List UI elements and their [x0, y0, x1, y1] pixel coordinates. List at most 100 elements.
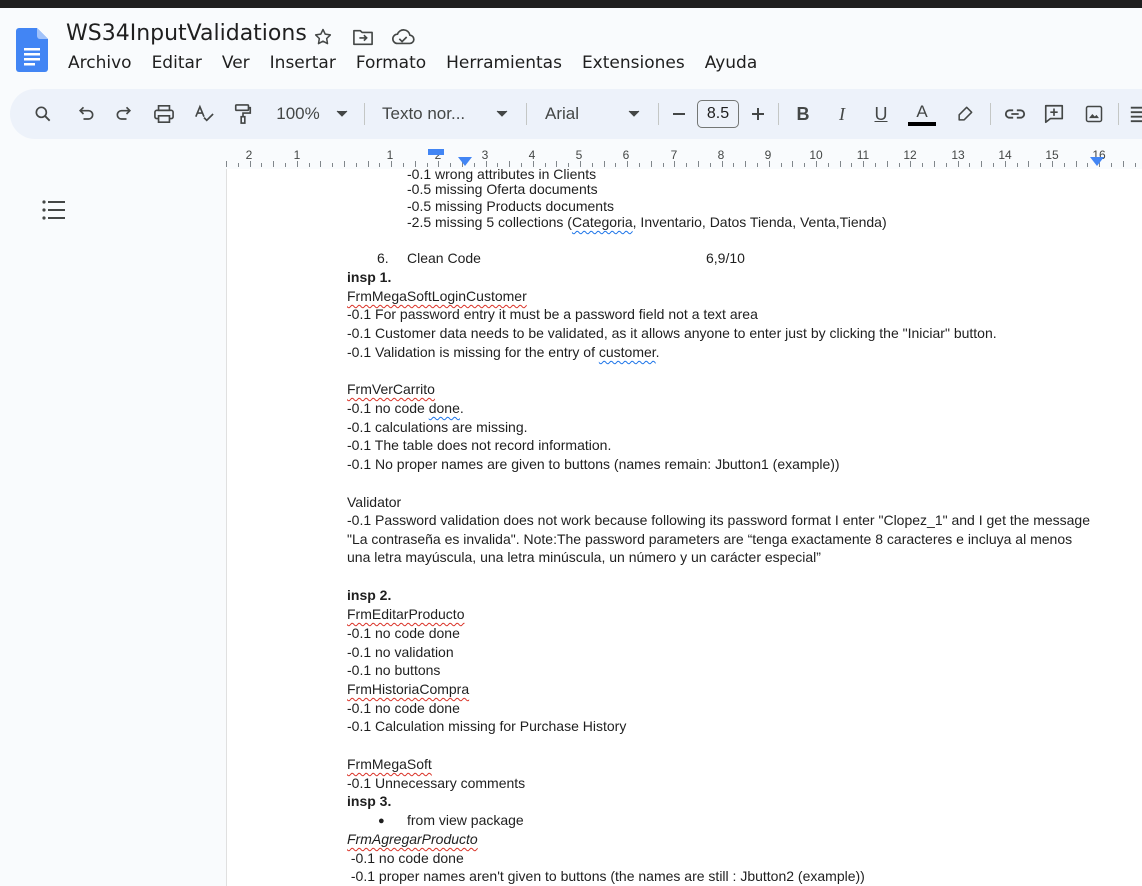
ruler-tick — [591, 163, 593, 167]
search-menus-icon[interactable] — [30, 89, 56, 139]
menu-editar[interactable]: Editar — [142, 53, 212, 73]
paint-format-icon[interactable] — [230, 89, 256, 139]
left-indent-marker[interactable] — [458, 157, 472, 167]
document-outline-icon[interactable] — [42, 199, 66, 221]
ruler-tick — [757, 163, 758, 167]
ruler-tick — [261, 163, 263, 167]
move-to-folder-icon[interactable] — [350, 24, 376, 50]
menu-formato[interactable]: Formato — [346, 53, 436, 73]
ruler-tick — [780, 163, 782, 167]
toolbar-divider — [1118, 103, 1119, 125]
spellcheck-icon[interactable] — [191, 89, 217, 139]
decrease-font-size-icon[interactable] — [668, 89, 690, 139]
increase-font-size-icon[interactable] — [747, 89, 769, 139]
font-size-input[interactable]: 8.5 — [697, 100, 739, 128]
section-heading: insp 3. — [347, 793, 392, 809]
highlight-pen-icon[interactable] — [953, 89, 977, 139]
ruler-tick — [438, 161, 440, 167]
ruler-number: 2 — [245, 148, 253, 162]
ruler-tick — [886, 161, 888, 167]
window-top-bar — [0, 0, 1142, 8]
ruler-tick — [969, 163, 971, 167]
ruler-strip[interactable]: 2112345678910111213141516 — [226, 145, 1142, 169]
ruler-tick — [1040, 163, 1042, 167]
ruler-tick — [816, 161, 817, 167]
ruler-number: 10 — [809, 148, 823, 162]
ruler-tick — [497, 163, 499, 167]
menu-ayuda[interactable]: Ayuda — [695, 53, 768, 73]
doc-line: -0.1 Password validation does not work b… — [347, 512, 1091, 528]
ruler-tick — [827, 163, 829, 167]
ruler-tick — [709, 163, 711, 167]
form-name: FrmAgregarProducto — [347, 831, 478, 847]
ruler-tick — [898, 163, 900, 167]
menu-insertar[interactable]: Insertar — [260, 53, 346, 73]
first-line-indent-marker[interactable] — [428, 149, 446, 157]
ruler-tick — [957, 161, 959, 167]
menu-ver[interactable]: Ver — [212, 53, 260, 73]
redo-icon[interactable] — [111, 89, 137, 139]
font-select[interactable]: Arial — [545, 89, 605, 139]
form-name: FrmVerCarrito — [347, 381, 435, 397]
ruler-tick — [556, 161, 558, 167]
menu-archivo[interactable]: Archivo — [58, 53, 142, 73]
text-color-swatch — [908, 121, 936, 126]
link-icon[interactable] — [1002, 89, 1028, 139]
underline-button[interactable]: U — [870, 89, 892, 139]
cloud-saved-icon[interactable] — [390, 24, 416, 50]
doc-line: -0.1 no code done — [347, 700, 460, 716]
add-comment-icon[interactable] — [1041, 89, 1067, 139]
document-page[interactable]: -0.1 wrong attributes in Clients -0.5 mi… — [226, 169, 1142, 886]
print-icon[interactable] — [151, 89, 177, 139]
right-indent-marker[interactable] — [1090, 157, 1104, 167]
doc-score: 6,9/10 — [706, 250, 745, 266]
chevron-down-icon[interactable] — [332, 89, 352, 139]
ruler-tick — [863, 161, 865, 167]
ruler-tick — [273, 161, 275, 167]
align-icon[interactable] — [1127, 89, 1142, 139]
toolbar-divider — [526, 103, 527, 125]
chevron-down-icon[interactable] — [624, 89, 644, 139]
google-docs-logo-icon[interactable] — [16, 28, 48, 72]
spelling-flagged-word[interactable]: customer — [599, 344, 656, 360]
ruler-number: 12 — [903, 148, 917, 162]
ruler-number: 3 — [481, 148, 489, 162]
ruler-tick — [1052, 161, 1053, 167]
spelling-flagged-word[interactable]: Categoria — [572, 214, 633, 230]
italic-button[interactable]: I — [831, 89, 853, 139]
document-title[interactable]: WS34InputValidations — [66, 21, 307, 46]
ruler-tick — [804, 163, 806, 167]
text-color-button[interactable]: A — [907, 89, 937, 139]
bold-button[interactable]: B — [792, 89, 814, 139]
toolbar-divider — [778, 103, 779, 125]
undo-icon[interactable] — [73, 89, 99, 139]
ruler-tick — [226, 161, 227, 167]
zoom-select[interactable]: 100% — [272, 89, 324, 139]
doc-line: Validator — [347, 494, 402, 510]
ruler-tick — [1122, 161, 1124, 167]
chevron-down-icon[interactable] — [492, 89, 512, 139]
list-number: 6. — [377, 250, 389, 266]
insert-image-icon[interactable] — [1081, 89, 1107, 139]
doc-line: from view package — [407, 812, 524, 828]
ruler-tick — [285, 163, 286, 167]
paragraph-style-select[interactable]: Texto nor... — [382, 89, 478, 139]
ruler-tick — [344, 161, 345, 167]
ruler[interactable]: 2112345678910111213141516 — [0, 145, 1142, 169]
ruler-tick — [650, 161, 652, 167]
toolbar-divider — [364, 103, 365, 125]
ruler-tick — [662, 163, 664, 167]
menu-bar: Archivo Editar Ver Insertar Formato Herr… — [58, 53, 767, 73]
spelling-flagged-word[interactable]: done — [429, 400, 460, 416]
ruler-tick — [308, 163, 310, 167]
doc-line: "La contraseña es invalida". Note:The pa… — [347, 531, 1073, 547]
ruler-tick — [839, 161, 841, 167]
ruler-tick — [686, 163, 688, 167]
ruler-number: 7 — [670, 148, 678, 162]
menu-extensiones[interactable]: Extensiones — [572, 53, 695, 73]
star-icon[interactable] — [310, 24, 336, 50]
menu-herramientas[interactable]: Herramientas — [436, 53, 572, 73]
doc-line-text: . — [655, 344, 660, 360]
form-name: FrmMegaSoftLoginCustomer — [347, 288, 527, 304]
doc-line: -0.1 The table does not record informati… — [347, 437, 612, 453]
